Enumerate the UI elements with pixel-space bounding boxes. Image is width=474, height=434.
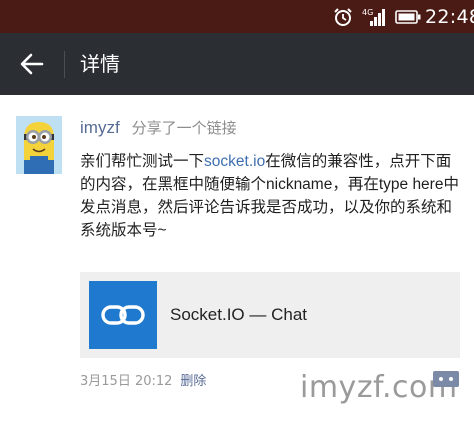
status-clock: 22:48	[425, 5, 474, 28]
comment-button[interactable]	[432, 370, 460, 388]
post-time: 3月15日 20:12	[80, 373, 173, 389]
page-title: 详情	[80, 52, 120, 76]
socket-io-link[interactable]: socket.io	[204, 153, 265, 170]
title-divider	[64, 51, 65, 78]
signal-icon: 4G	[362, 0, 386, 33]
status-bar: 4G 22:48	[0, 0, 474, 33]
back-arrow-icon	[20, 53, 44, 75]
post-footer: 3月15日 20:12 删除	[80, 369, 206, 389]
back-button[interactable]	[12, 45, 52, 83]
avatar[interactable]	[16, 116, 62, 174]
minion-avatar-icon	[16, 116, 62, 174]
post-header: imyzf 分享了一个链接	[80, 117, 237, 143]
battery-icon	[395, 0, 423, 33]
post-text: 亲们帮忙测试一下socket.io在微信的兼容性，点开下面的内容，在黑框中随便输…	[80, 150, 460, 242]
link-card-title: Socket.IO — Chat	[170, 305, 307, 324]
network-type-label: 4G	[362, 8, 373, 17]
comment-icon	[433, 371, 459, 387]
shared-link-card[interactable]: Socket.IO — Chat	[80, 272, 460, 358]
title-bar: 详情	[0, 33, 474, 95]
chain-link-icon	[101, 305, 145, 325]
post-text-before-link: 亲们帮忙测试一下	[80, 153, 205, 170]
link-thumbnail	[89, 281, 157, 349]
alarm-icon	[333, 0, 355, 33]
share-note: 分享了一个链接	[131, 119, 237, 137]
delete-button[interactable]: 删除	[180, 370, 206, 389]
author-name[interactable]: imyzf	[80, 118, 120, 138]
